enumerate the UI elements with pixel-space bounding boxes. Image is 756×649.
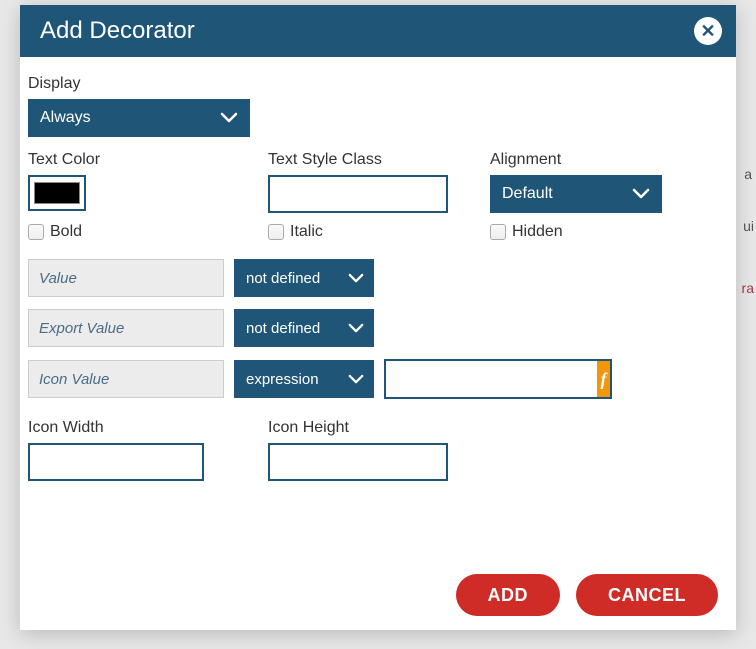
export-value-field: Export Value [28,309,224,347]
color-swatch [34,182,80,204]
hidden-checkbox[interactable] [490,224,506,240]
background-fragment: ra [742,280,754,296]
italic-label: Italic [290,223,323,241]
hidden-label: Hidden [512,223,563,241]
display-dropdown[interactable]: Always [28,99,250,137]
alignment-value: Default [502,185,553,203]
modal-body: Display Always Text Color Text Style Cla… [20,57,736,509]
expression-editor-button[interactable]: f [597,361,610,397]
value-mode: not defined [246,270,320,287]
background-fragment: a [744,166,752,182]
icon-width-input[interactable] [28,443,204,481]
cancel-button[interactable]: CANCEL [576,574,718,616]
text-color-label: Text Color [28,151,244,169]
chevron-down-icon [348,273,364,284]
chevron-down-icon [348,323,364,334]
icon-height-input[interactable] [268,443,448,481]
icon-value-expression-input[interactable] [386,361,597,397]
export-value-label: Export Value [39,320,124,337]
value-field-label: Value [39,270,77,287]
display-value: Always [40,109,91,127]
text-color-picker[interactable] [28,175,86,211]
alignment-label: Alignment [490,151,666,169]
background-fragment: ui [743,218,754,234]
icon-value-mode: expression [246,371,319,388]
alignment-dropdown[interactable]: Default [490,175,662,213]
add-decorator-modal: Add Decorator ✕ Display Always Text Colo… [20,5,736,630]
display-label: Display [28,75,728,93]
text-style-class-input[interactable] [268,175,448,213]
icon-value-mode-dropdown[interactable]: expression [234,360,374,398]
export-value-mode: not defined [246,320,320,337]
icon-width-label: Icon Width [28,419,244,437]
value-field: Value [28,259,224,297]
bold-label: Bold [50,223,82,241]
chevron-down-icon [348,374,364,385]
text-style-class-label: Text Style Class [268,151,466,169]
modal-title: Add Decorator [34,17,195,45]
italic-checkbox[interactable] [268,224,284,240]
function-icon: f [601,369,607,390]
chevron-down-icon [632,188,650,200]
close-icon: ✕ [700,21,715,42]
add-button[interactable]: ADD [456,574,561,616]
bold-checkbox[interactable] [28,224,44,240]
icon-value-expression-wrap: f [384,359,612,399]
value-mode-dropdown[interactable]: not defined [234,259,374,297]
export-value-mode-dropdown[interactable]: not defined [234,309,374,347]
chevron-down-icon [220,112,238,124]
modal-header: Add Decorator ✕ [20,5,736,57]
modal-footer: ADD CANCEL [456,574,719,616]
icon-height-label: Icon Height [268,419,484,437]
icon-value-label: Icon Value [39,371,109,388]
close-button[interactable]: ✕ [694,17,722,45]
icon-value-field: Icon Value [28,360,224,398]
